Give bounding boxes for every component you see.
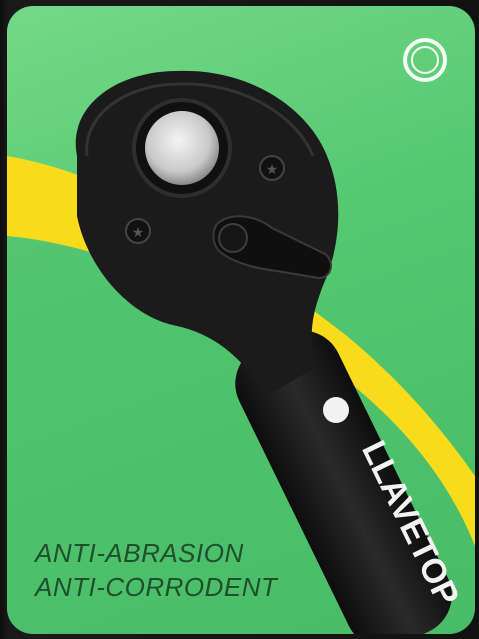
- circle-outline-icon[interactable]: [403, 38, 447, 82]
- svg-text:★: ★: [132, 225, 145, 241]
- product-card: ★ ★ LLAVETOP ANTI-ABRASION ANTI-CORRODEN…: [7, 6, 475, 634]
- svg-text:★: ★: [266, 162, 279, 178]
- feature-anti-abrasion: ANTI-ABRASION: [35, 538, 244, 568]
- feature-caption: ANTI-ABRASION ANTI-CORRODENT: [35, 536, 277, 604]
- image-frame: ★ ★ LLAVETOP ANTI-ABRASION ANTI-CORRODEN…: [0, 0, 479, 639]
- feature-anti-corrodent: ANTI-CORRODENT: [35, 572, 278, 602]
- circle-inner-ring: [411, 46, 439, 74]
